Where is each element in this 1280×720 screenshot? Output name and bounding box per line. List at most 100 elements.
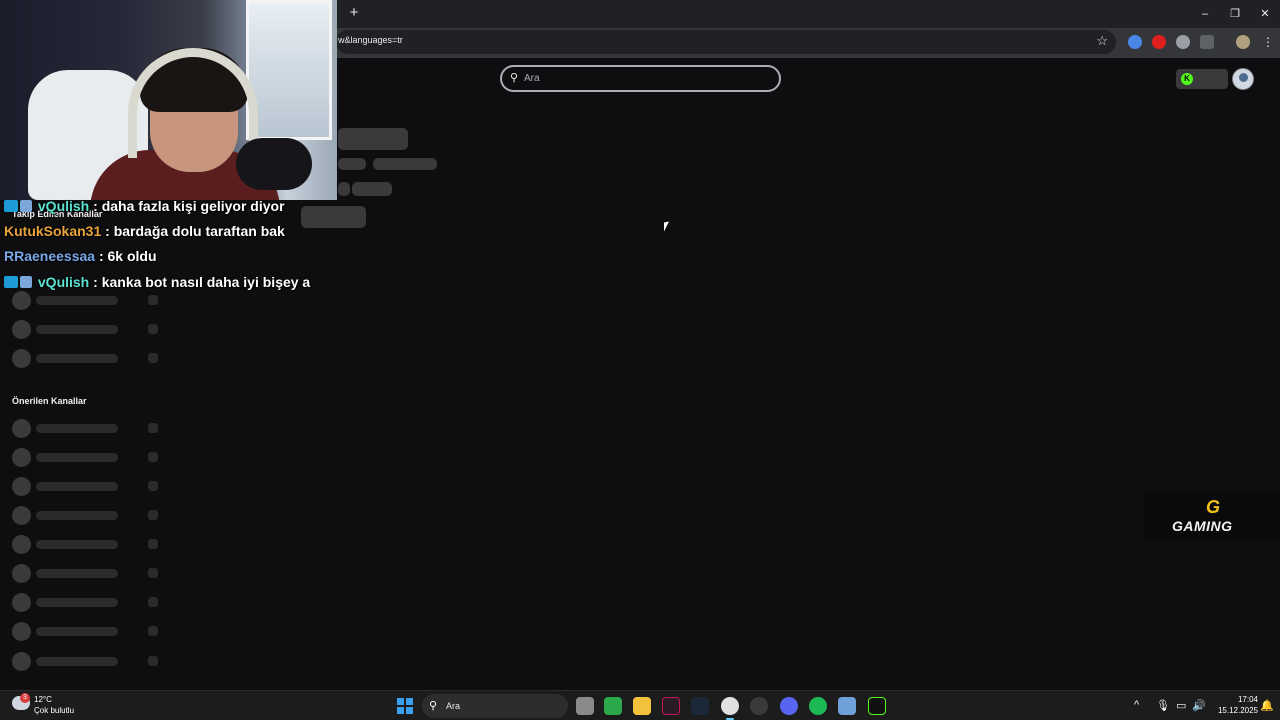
- weather-condition: Çok bulutlu: [34, 706, 75, 715]
- taskbar-search-placeholder: Ara: [446, 701, 461, 711]
- network-icon[interactable]: ▭: [1176, 699, 1186, 712]
- extension-sound-icon[interactable]: [1128, 35, 1142, 49]
- volume-icon[interactable]: 🔊: [1192, 699, 1206, 712]
- site-search-input[interactable]: ⚲ Ara: [500, 65, 781, 92]
- skeleton-block: [301, 206, 366, 228]
- recommended-channel-avatar[interactable]: [12, 419, 31, 438]
- recommended-channel-viewers-skeleton: [148, 539, 158, 549]
- chat-message: vQulish : daha fazla kişi geliyor diyor: [4, 198, 285, 214]
- chrome-icon[interactable]: [721, 697, 739, 720]
- followed-channel-avatar[interactable]: [12, 349, 31, 368]
- user-avatar[interactable]: [1232, 68, 1254, 90]
- skeleton-block: [373, 158, 437, 170]
- close-window-button[interactable]: ✕: [1257, 6, 1273, 22]
- start-button[interactable]: [397, 698, 413, 714]
- recommended-channel-avatar[interactable]: [12, 652, 31, 671]
- spotify-icon[interactable]: [809, 697, 827, 715]
- webcam-background-window: [246, 0, 332, 140]
- clock-time[interactable]: 17:04: [1224, 695, 1258, 704]
- recommended-channels-title: Önerilen Kanallar: [12, 396, 87, 406]
- search-icon: ⚲: [510, 72, 519, 84]
- recommended-channel-skeleton: [36, 569, 118, 578]
- kick-app-icon[interactable]: [868, 697, 886, 715]
- followed-channel-avatar[interactable]: [12, 291, 31, 310]
- recommended-channel-avatar[interactable]: [12, 506, 31, 525]
- taskbar-search-input[interactable]: ⚲ Ara: [422, 694, 568, 718]
- extensions-puzzle-icon[interactable]: [1200, 35, 1214, 49]
- recommended-channel-skeleton: [36, 511, 118, 520]
- restore-button[interactable]: ❐: [1227, 6, 1243, 22]
- extension-shield-icon[interactable]: [1176, 35, 1190, 49]
- kick-icon: K: [1181, 73, 1193, 85]
- chat-username: vQulish: [37, 198, 90, 214]
- menu-kebab-icon[interactable]: ⋮: [1262, 35, 1274, 49]
- skeleton-block: [338, 158, 366, 170]
- chat-text: : 6k oldu: [95, 248, 157, 264]
- recommended-channel-viewers-skeleton: [148, 481, 158, 491]
- recommended-channel-avatar[interactable]: [12, 622, 31, 641]
- skeleton-block: [338, 182, 350, 196]
- chat-badge-icon: [20, 276, 32, 288]
- followed-channel-viewers-skeleton: [148, 324, 158, 334]
- url-text: w&languages=tr: [338, 35, 403, 45]
- recommended-channel-avatar[interactable]: [12, 477, 31, 496]
- chat-badge-icon: [20, 200, 32, 212]
- recommended-channel-avatar[interactable]: [12, 448, 31, 467]
- recommended-channel-skeleton: [36, 657, 118, 666]
- chat-badge-icon: [4, 276, 18, 288]
- minimize-button[interactable]: –: [1197, 6, 1213, 22]
- weather-temperature: 12°C: [34, 695, 52, 704]
- chat-message: vQulish : kanka bot nasıl daha iyi bişey…: [4, 274, 310, 290]
- recommended-channel-viewers-skeleton: [148, 423, 158, 433]
- followed-channel-skeleton: [36, 325, 118, 334]
- windows-logo-icon: [406, 707, 413, 714]
- windows-logo-icon: [406, 698, 413, 705]
- discord-icon[interactable]: [780, 697, 798, 715]
- minecraft-icon[interactable]: [604, 697, 622, 715]
- steam-icon[interactable]: [691, 697, 709, 715]
- network-app-icon[interactable]: [838, 697, 856, 715]
- obs-icon[interactable]: [750, 697, 768, 715]
- recommended-channel-skeleton: [36, 540, 118, 549]
- chat-text: : bardağa dolu taraftan bak: [101, 223, 285, 239]
- gaming-logo-text: GAMING: [1172, 518, 1233, 534]
- skeleton-block: [338, 128, 408, 150]
- clock-date[interactable]: 15.12.2025: [1208, 706, 1258, 715]
- capcut-icon[interactable]: [662, 697, 680, 715]
- file-explorer-icon[interactable]: [633, 697, 651, 715]
- address-bar[interactable]: w&languages=tr ☆: [336, 30, 1116, 54]
- followed-channel-viewers-skeleton: [148, 353, 158, 363]
- recommended-channel-skeleton: [36, 482, 118, 491]
- task-view-icon[interactable]: [576, 697, 594, 715]
- kick-extension-button[interactable]: K: [1176, 69, 1228, 89]
- webcam-overlay: [0, 0, 337, 200]
- recommended-channel-avatar[interactable]: [12, 593, 31, 612]
- windows-logo-icon: [397, 698, 404, 705]
- bookmark-star-icon[interactable]: ☆: [1096, 33, 1108, 49]
- microphone-icon[interactable]: 🎙: [1156, 699, 1170, 712]
- recommended-channel-viewers-skeleton: [148, 656, 158, 666]
- chat-username: RRaeneessaa: [4, 248, 96, 264]
- search-icon: ⚲: [429, 700, 438, 712]
- new-tab-button[interactable]: +: [346, 5, 362, 21]
- chat-username: vQulish: [37, 274, 90, 290]
- recommended-channel-avatar[interactable]: [12, 564, 31, 583]
- tray-overflow-chevron-icon[interactable]: ^: [1134, 699, 1139, 711]
- followed-channel-avatar[interactable]: [12, 320, 31, 339]
- recommended-channel-skeleton: [36, 627, 118, 636]
- chat-message: KutukSokan31 : bardağa dolu taraftan bak: [4, 223, 285, 239]
- extension-red-icon[interactable]: [1152, 35, 1166, 49]
- profile-icon[interactable]: [1236, 35, 1250, 49]
- recommended-channel-skeleton: [36, 453, 118, 462]
- recommended-channel-skeleton: [36, 424, 118, 433]
- weather-notification-badge: 3: [20, 693, 30, 703]
- gaming-logo: G GAMING: [1144, 493, 1280, 539]
- chat-message: RRaeneessaa : 6k oldu: [4, 248, 157, 264]
- recommended-channel-avatar[interactable]: [12, 535, 31, 554]
- notification-bell-icon[interactable]: 🔔: [1260, 699, 1274, 712]
- recommended-channel-viewers-skeleton: [148, 626, 158, 636]
- webcam-microphone: [236, 138, 312, 190]
- chat-badge-icon: [4, 200, 18, 212]
- recommended-channel-viewers-skeleton: [148, 510, 158, 520]
- webcam-headset: [128, 48, 258, 158]
